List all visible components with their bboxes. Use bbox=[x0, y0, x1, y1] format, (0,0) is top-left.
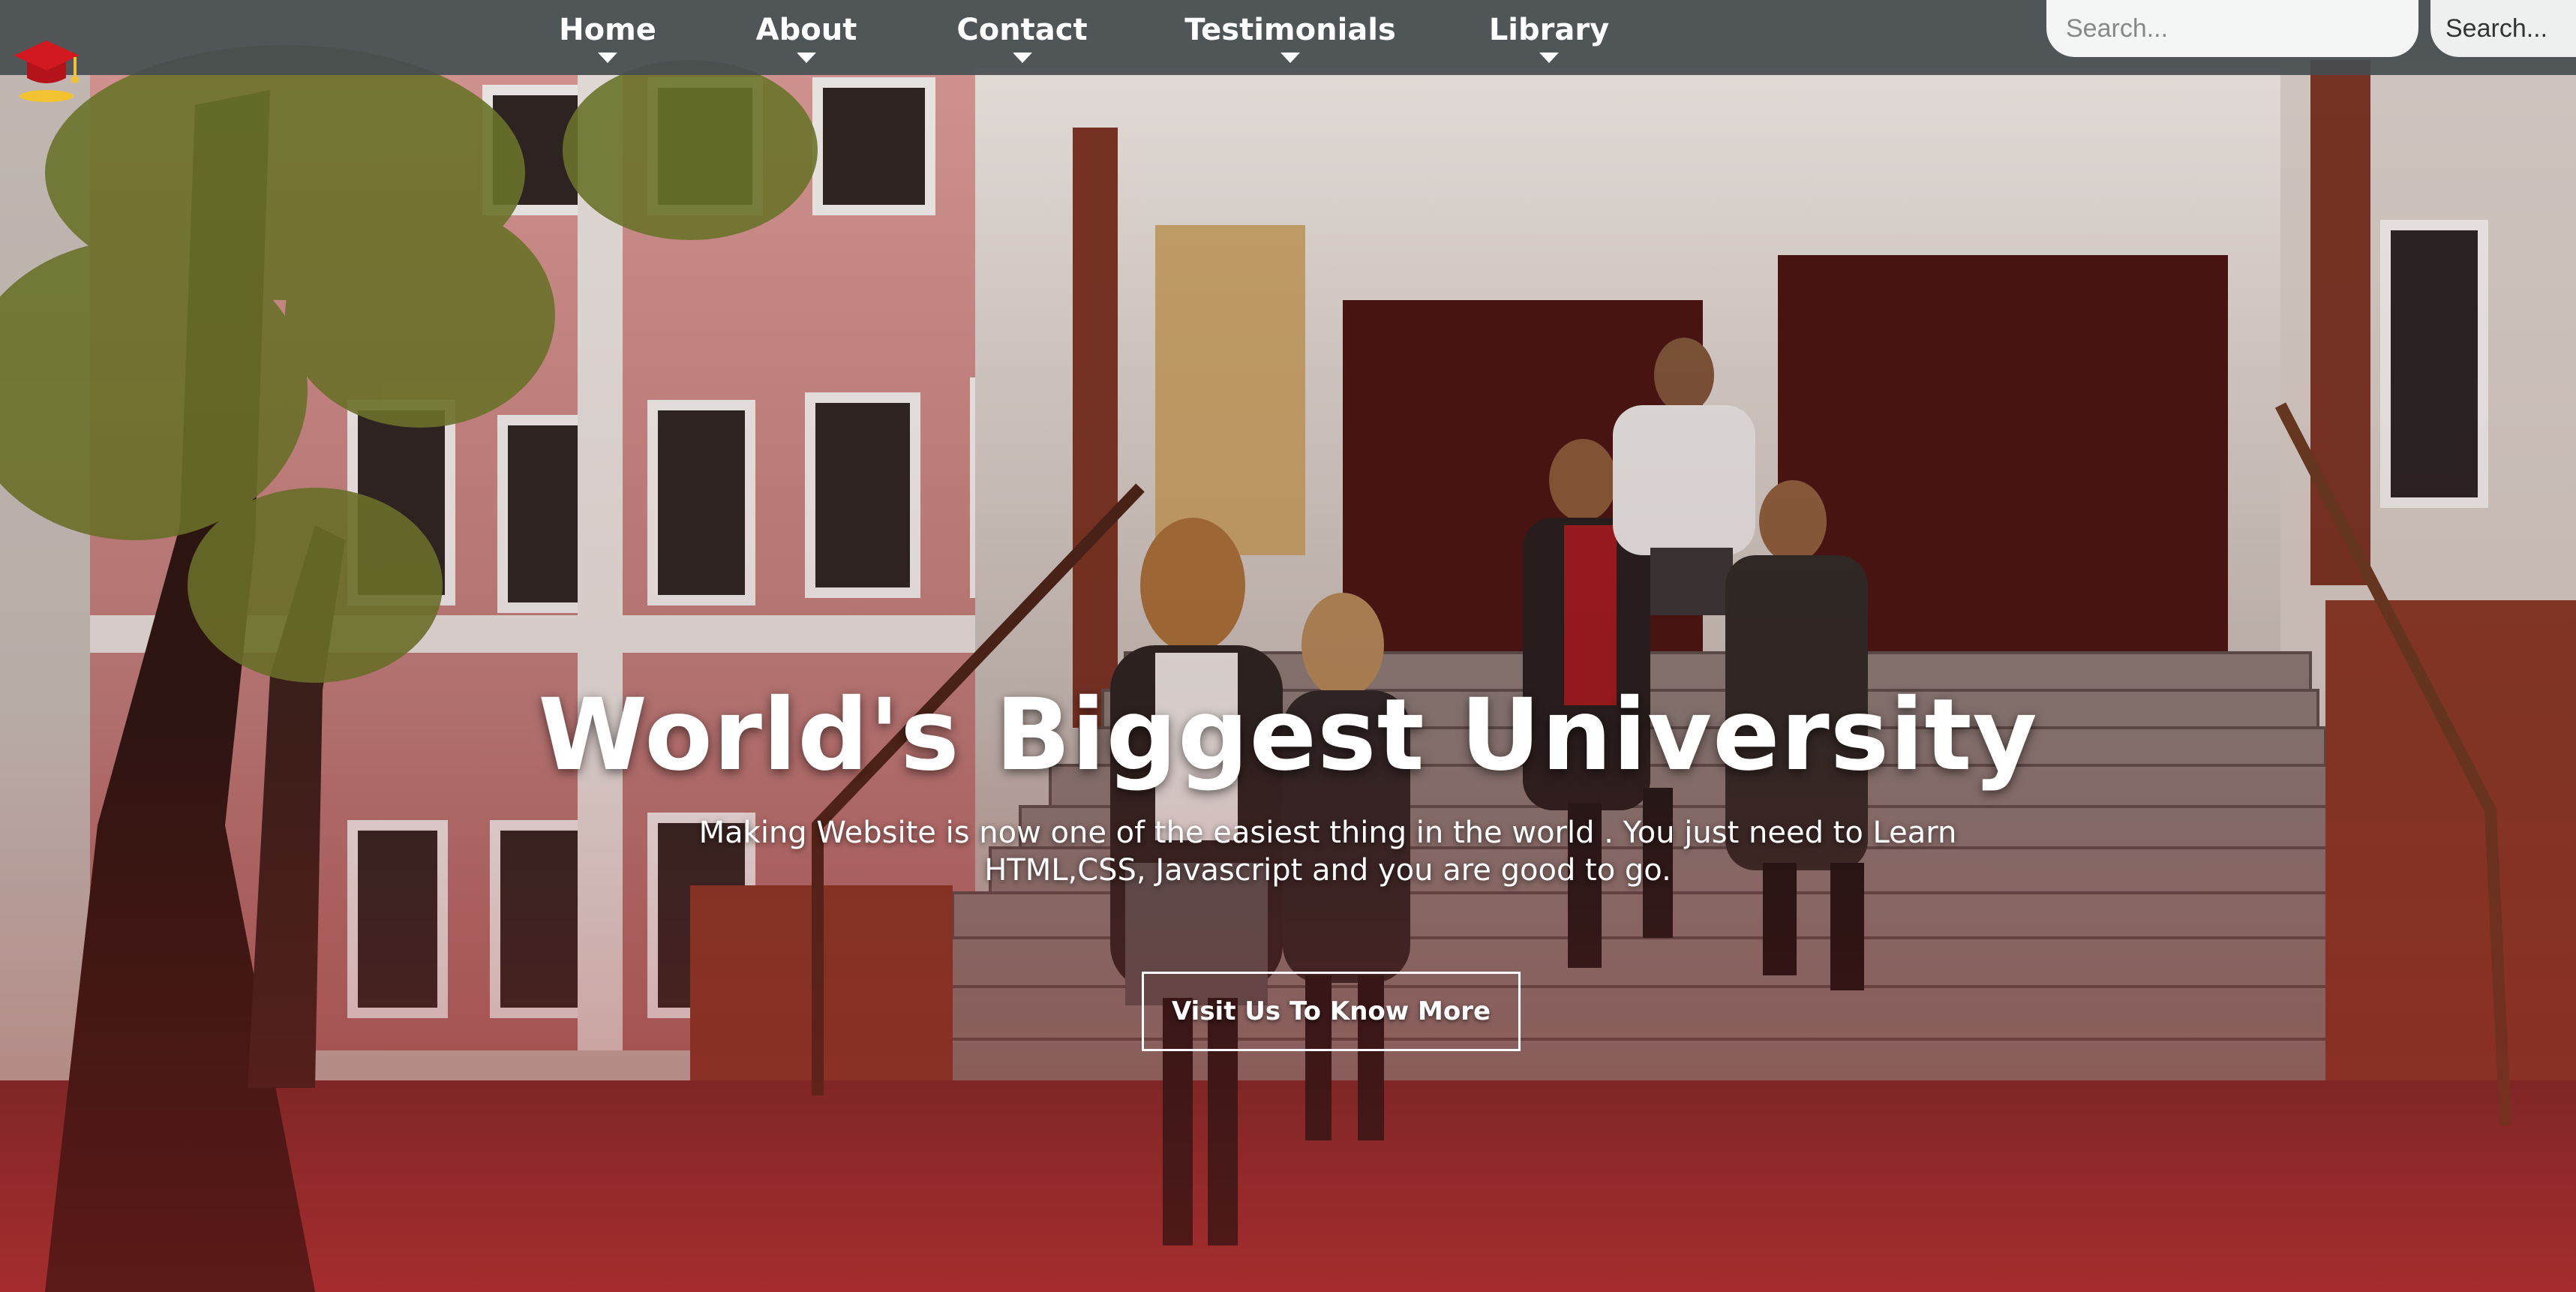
nav-item-testimonials[interactable]: Testimonials bbox=[1170, 8, 1410, 68]
nav-item-label: About bbox=[755, 13, 857, 47]
hero-title: World's Biggest University bbox=[538, 678, 2038, 793]
nav-item-contact[interactable]: Contact bbox=[941, 8, 1103, 68]
nav-item-label: Library bbox=[1488, 13, 1610, 47]
page: Home About Contact Testimonials Library … bbox=[0, 0, 2576, 1292]
graduation-cap-icon[interactable] bbox=[11, 35, 83, 107]
hero-background-image bbox=[0, 0, 2576, 1292]
nav-item-library[interactable]: Library bbox=[1478, 8, 1620, 68]
visit-us-button[interactable]: Visit Us To Know More bbox=[1142, 972, 1521, 1051]
hero-subtitle: Making Website is now one of the easiest… bbox=[698, 816, 1957, 888]
caret-down-icon bbox=[797, 53, 816, 63]
caret-down-icon bbox=[1280, 53, 1300, 63]
nav-item-label: Testimonials bbox=[1184, 13, 1396, 47]
caret-down-icon bbox=[1012, 53, 1032, 63]
caret-down-icon bbox=[1539, 53, 1559, 63]
caret-down-icon bbox=[598, 53, 617, 63]
nav-item-label: Contact bbox=[956, 13, 1088, 47]
nav-item-home[interactable]: Home bbox=[548, 8, 668, 68]
nav-item-about[interactable]: About bbox=[743, 8, 870, 68]
nav-item-label: Home bbox=[559, 13, 656, 47]
search-input[interactable] bbox=[2046, 0, 2418, 57]
search-button[interactable]: Search... bbox=[2430, 0, 2576, 57]
